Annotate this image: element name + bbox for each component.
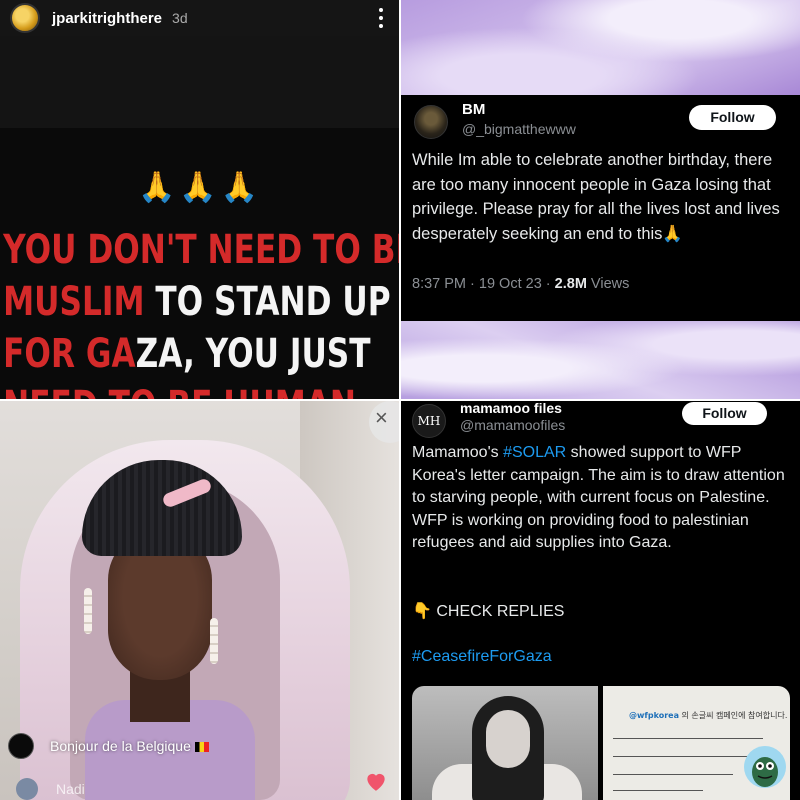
letter-caption: @wfpkorea 의 손글씨 캠페인에 참여합니다. xyxy=(629,710,787,721)
comment-text-value: Bonjour de la Belgique xyxy=(50,738,191,754)
tweet-text: Mamamoo's #SOLAR showed support to WFP K… xyxy=(412,442,798,555)
letter-handle: @wfpkorea xyxy=(629,711,679,720)
earring-left xyxy=(84,588,92,634)
handwriting-line xyxy=(613,774,733,775)
live-comment: Bonjour de la Belgique xyxy=(8,733,209,759)
hashtag-link[interactable]: #CeasefireForGaza xyxy=(412,648,552,666)
tweet-views-label: Views xyxy=(586,276,630,292)
handwriting-line xyxy=(613,790,703,791)
avatar[interactable] xyxy=(414,105,448,139)
check-replies-text: 👇 CHECK REPLIES xyxy=(412,603,565,620)
follow-button[interactable]: Follow xyxy=(689,105,776,130)
tweet-author-name[interactable]: mamamoo files xyxy=(460,400,562,416)
sky-background-bottom xyxy=(400,321,800,400)
live-video-panel: × Bonjour de la Belgique Nadi xyxy=(0,400,400,800)
poster-line: YOU DON'T NEED TO BE xyxy=(3,224,400,276)
belgium-flag-icon xyxy=(194,742,209,752)
comment-user-2: Nadi xyxy=(56,781,85,797)
follow-button[interactable]: Follow xyxy=(682,402,767,425)
tweet-text-pre: Mamamoo's xyxy=(412,444,504,461)
heart-icon[interactable] xyxy=(363,768,389,794)
tweet-meta: 8:37 PM · 19 Oct 23 · 2.8M Views xyxy=(412,276,629,292)
more-options-icon[interactable] xyxy=(378,8,384,28)
tweet-views-count: 2.8M xyxy=(554,276,587,292)
poster-text: YOU DON'T NEED TO BE MUSLIM TO STAND UP FO… xyxy=(0,224,400,400)
tweet-text: While Im able to celebrate another birth… xyxy=(412,151,780,243)
earring-right xyxy=(210,618,218,664)
tweet-author-name[interactable]: BM xyxy=(462,101,485,118)
comment-text: Bonjour de la Belgique xyxy=(50,738,209,754)
hashtag-link[interactable]: #SOLAR xyxy=(503,444,566,461)
poster-segment: ZA, YOU JUST xyxy=(135,331,371,377)
tweet-time: 8:37 PM · 19 Oct 23 · xyxy=(412,276,555,292)
comment-avatar-2[interactable] xyxy=(16,778,38,800)
tweet-author-handle[interactable]: @mamamoofiles xyxy=(460,417,565,433)
instagram-story-panel: jparkitrighthere 3d 🙏🙏🙏 YOU DON'T NEED T… xyxy=(0,0,400,400)
photo-face xyxy=(486,710,530,768)
tweet-media-photo[interactable] xyxy=(412,686,598,800)
story-timestamp: 3d xyxy=(172,10,188,26)
story-header: jparkitrighthere 3d xyxy=(0,0,400,36)
poster-line: FOR GAZA, YOU JUST xyxy=(3,328,370,380)
poster-line: MUSLIM TO STAND UP xyxy=(3,276,390,328)
story-username[interactable]: jparkitrighthere xyxy=(52,10,162,27)
comment-avatar[interactable] xyxy=(8,733,34,759)
tweet-author-handle[interactable]: @_bigmatthewww xyxy=(462,121,576,137)
collage-divider-horizontal xyxy=(0,399,800,401)
poster-segment: YOU DON'T NEED TO BE xyxy=(3,227,400,273)
poster-line: NEED TO BE HUMAN. xyxy=(3,380,368,400)
letter-caption-text: 의 손글씨 캠페인에 참여합니다. xyxy=(681,711,788,720)
avatar[interactable]: MH xyxy=(412,404,446,438)
poster-segment: NEED TO BE HUMAN. xyxy=(3,383,368,400)
poster-segment: MUSLIM xyxy=(3,279,145,325)
story-avatar[interactable] xyxy=(10,3,40,33)
tweet-screenshot-bm: BM @_bigmatthewww Follow While Im able t… xyxy=(400,0,800,400)
tweet-screenshot-mamamoo: MH mamamoo files @mamamoofiles Follow Ma… xyxy=(400,400,800,800)
close-glyph: × xyxy=(375,405,388,430)
mascot-sticker-icon xyxy=(744,746,786,788)
poster-segment: FOR GA xyxy=(3,331,136,377)
sky-background-top xyxy=(400,0,800,95)
poster-segment: TO STAND UP xyxy=(144,279,391,325)
praying-hands-emoji: 🙏🙏🙏 xyxy=(137,171,263,204)
story-poster-image: 🙏🙏🙏 YOU DON'T NEED TO BE MUSLIM TO STAND … xyxy=(0,128,400,400)
tweet-card: BM @_bigmatthewww Follow While Im able t… xyxy=(400,95,800,321)
story-background xyxy=(0,36,400,128)
live-comment-2: Nadi xyxy=(16,778,85,800)
handwriting-line xyxy=(613,738,763,739)
